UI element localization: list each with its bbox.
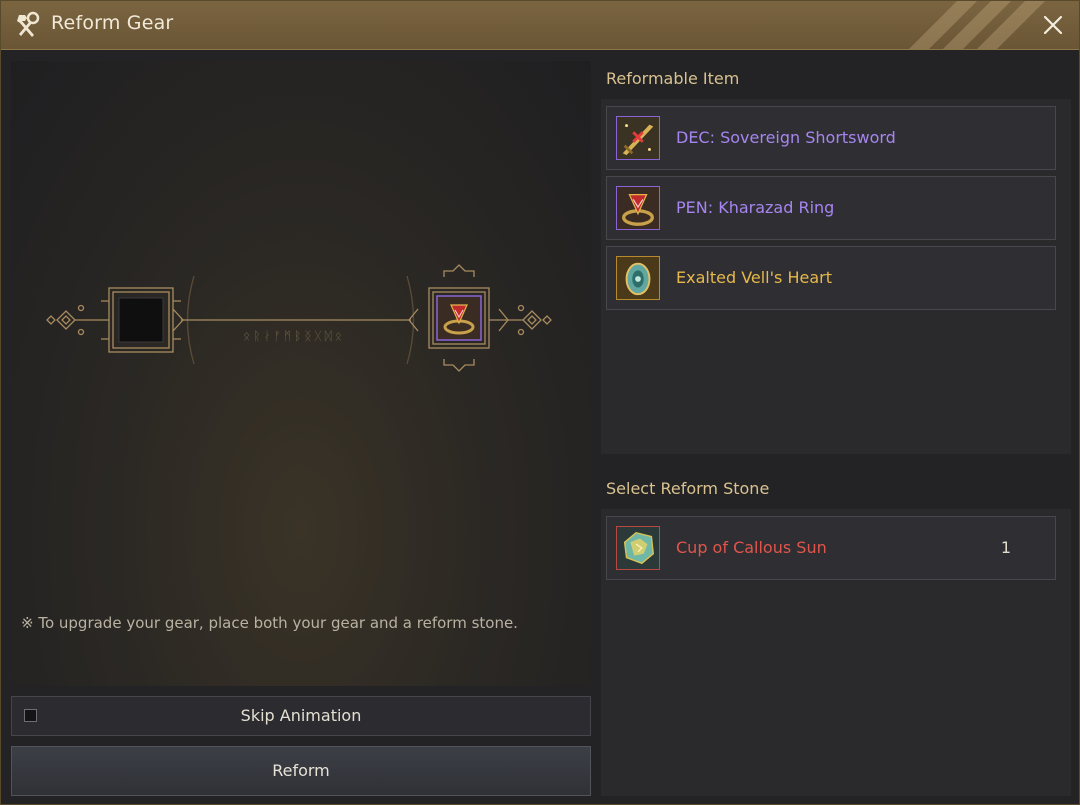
- sun-cup-stone-icon: [616, 526, 660, 570]
- reform-gear-window: Reform Gear ᛟᚱᛅᚠᛗᛒᛝᚷᛞᛟ ※ To upgrade your…: [0, 0, 1080, 805]
- right-diamond-ornament: [522, 310, 542, 330]
- reformable-item-kharazad-ring[interactable]: PEN: Kharazad Ring: [606, 176, 1056, 240]
- ring-icon: [616, 186, 660, 230]
- reform-button[interactable]: Reform: [11, 746, 591, 796]
- shortsword-icon: [616, 116, 660, 160]
- rune-inscription: ᛟᚱᛅᚠᛗᛒᛝᚷᛞᛟ: [243, 329, 346, 343]
- reform-button-label: Reform: [272, 761, 330, 780]
- reform-stone-cup-of-callous-sun[interactable]: Cup of Callous Sun 1: [606, 516, 1056, 580]
- reform-preview-panel: ᛟᚱᛅᚠᛗᛒᛝᚷᛞᛟ ※ To upgrade your gear, place…: [11, 61, 591, 686]
- stone-quantity: 1: [1000, 538, 1011, 557]
- skip-animation-toggle[interactable]: Skip Animation: [11, 696, 591, 736]
- reformable-item-exalted-vells-heart[interactable]: Exalted Vell's Heart: [606, 246, 1056, 310]
- upgrade-hint-text: ※ To upgrade your gear, place both your …: [21, 614, 518, 632]
- left-diamond-ornament: [46, 315, 56, 325]
- gear-slot: [118, 297, 164, 343]
- reformable-item-sovereign-shortsword[interactable]: DEC: Sovereign Shortsword: [606, 106, 1056, 170]
- close-button[interactable]: [1041, 13, 1065, 37]
- reform-diagram: [46, 264, 552, 372]
- select-reform-stone-heading: Select Reform Stone: [606, 479, 770, 498]
- stone-name: Cup of Callous Sun: [676, 538, 827, 557]
- title-bar: Reform Gear: [1, 1, 1079, 50]
- heart-gem-icon: [616, 256, 660, 300]
- item-name: Exalted Vell's Heart: [676, 268, 832, 287]
- reform-stone-list: Cup of Callous Sun 1: [601, 509, 1071, 796]
- reformable-item-list: DEC: Sovereign Shortsword PEN: Kharazad …: [601, 99, 1071, 454]
- item-name: DEC: Sovereign Shortsword: [676, 128, 896, 147]
- reformable-item-heading: Reformable Item: [606, 69, 740, 88]
- item-name: PEN: Kharazad Ring: [676, 198, 835, 217]
- ring-icon: [436, 295, 482, 341]
- title-decoration: [909, 1, 1045, 49]
- skip-animation-label: Skip Animation: [240, 706, 362, 725]
- window-title: Reform Gear: [51, 12, 174, 34]
- hammer-wrench-icon: [17, 11, 40, 37]
